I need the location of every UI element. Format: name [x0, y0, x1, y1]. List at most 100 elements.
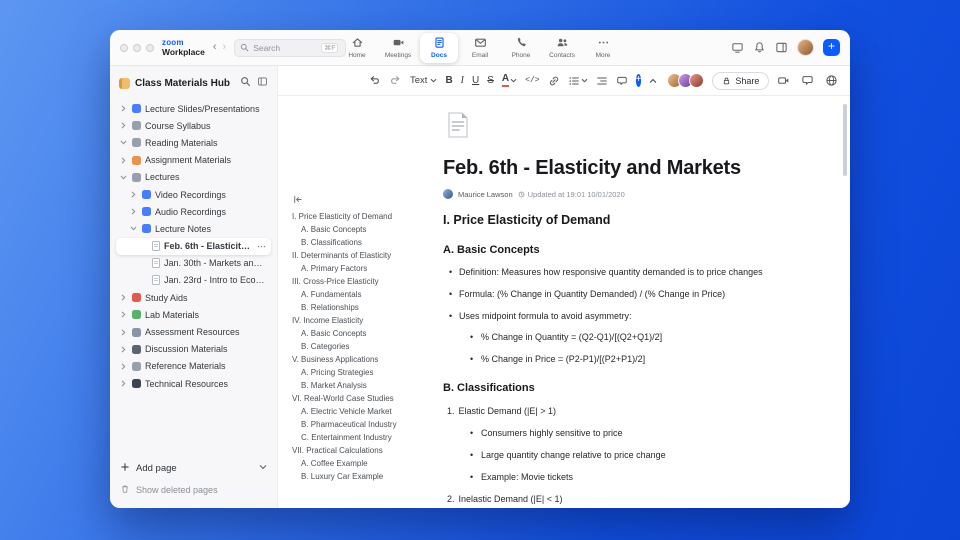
chevron-down-icon[interactable]: [120, 174, 128, 181]
collapse-toolbar-chevron-icon[interactable]: [649, 77, 657, 85]
outline-item[interactable]: B. Pharmaceutical Industry: [292, 421, 426, 429]
chevron-right-icon[interactable]: [120, 329, 128, 336]
sidebar-collapse-icon[interactable]: [257, 74, 268, 92]
chat-bubble-icon[interactable]: [801, 74, 814, 87]
share-button[interactable]: Share: [712, 71, 770, 90]
zoom-window-button[interactable]: [146, 43, 154, 52]
sidebar-search-icon[interactable]: [240, 74, 251, 92]
tab-contacts[interactable]: Contacts: [543, 33, 581, 63]
insert-block-button[interactable]: +: [635, 74, 642, 87]
sidebar-folder-item[interactable]: Discussion Materials: [116, 341, 271, 358]
doc-bullet-item[interactable]: % Change in Quantity = (Q2-Q1)/[(Q2+Q1)/…: [443, 332, 811, 343]
sidebar-folder-item[interactable]: Audio Recordings: [116, 203, 271, 220]
tab-home[interactable]: Home: [338, 33, 376, 63]
user-avatar[interactable]: [797, 39, 814, 56]
chevron-down-icon[interactable]: [130, 225, 138, 232]
doc-heading-2[interactable]: A. Basic Concepts: [443, 244, 811, 256]
doc-bullet-item[interactable]: % Change in Price = (P2-P1)/[(P2+P1)/2]: [443, 354, 811, 365]
chevron-right-icon[interactable]: [130, 208, 138, 215]
notifications-bell-icon[interactable]: [753, 41, 766, 54]
document-scrollbar[interactable]: [843, 104, 847, 176]
sidebar-folder-item[interactable]: Video Recordings: [116, 186, 271, 203]
doc-bullet-item[interactable]: Definition: Measures how responsive quan…: [443, 267, 811, 278]
chevron-right-icon[interactable]: [120, 157, 128, 164]
tab-more[interactable]: More: [584, 33, 622, 63]
outline-item[interactable]: VI. Real-World Case Studies: [292, 395, 426, 403]
sidebar-folder-item[interactable]: Assessment Resources: [116, 323, 271, 340]
close-window-button[interactable]: [120, 43, 128, 52]
doc-bullet-item[interactable]: Formula: (% Change in Quantity Demanded)…: [443, 289, 811, 300]
sidebar-doc-item[interactable]: Feb. 6th - Elasticity and M... ⋯: [116, 237, 271, 255]
outline-item[interactable]: A. Fundamentals: [292, 291, 426, 299]
more-options-icon[interactable]: [849, 74, 850, 87]
globe-icon[interactable]: [825, 74, 838, 87]
outline-item[interactable]: B. Categories: [292, 343, 426, 351]
sidebar-folder-item[interactable]: Lecture Slides/Presentations: [116, 100, 271, 117]
outline-item[interactable]: A. Basic Concepts: [292, 226, 426, 234]
doc-heading-1[interactable]: I. Price Elasticity of Demand: [443, 213, 811, 227]
link-icon[interactable]: [548, 75, 560, 87]
sidebar-folder-item[interactable]: Assignment Materials: [116, 152, 271, 169]
new-item-button[interactable]: +: [823, 39, 840, 56]
sidebar-doc-item[interactable]: Jan. 30th - Markets and P...: [116, 255, 271, 272]
doc-heading-2[interactable]: B. Classifications: [443, 382, 811, 394]
chevron-down-icon[interactable]: [120, 139, 128, 146]
outline-item[interactable]: II. Determinants of Elasticity: [292, 252, 426, 260]
video-camera-icon[interactable]: [777, 74, 790, 87]
sidebar-folder-item[interactable]: Study Aids: [116, 289, 271, 306]
sidebar-folder-item[interactable]: Lecture Notes: [116, 220, 271, 237]
strikethrough-button[interactable]: S: [487, 75, 494, 86]
sidebar-doc-item[interactable]: Jan. 23rd - Intro to Econo...: [116, 272, 271, 289]
tab-email[interactable]: Email: [461, 33, 499, 63]
chevron-right-icon[interactable]: [120, 363, 128, 370]
chevron-right-icon[interactable]: [130, 191, 138, 198]
chevron-right-icon[interactable]: [120, 122, 128, 129]
doc-bullet-item[interactable]: Example: Movie tickets: [443, 472, 811, 483]
outline-item[interactable]: VII. Practical Calculations: [292, 447, 426, 455]
outline-item[interactable]: B. Market Analysis: [292, 382, 426, 390]
chevron-right-icon[interactable]: [120, 311, 128, 318]
sidebar-folder-item[interactable]: Lectures: [116, 169, 271, 186]
indent-list-button[interactable]: [596, 75, 608, 87]
item-more-icon[interactable]: ⋯: [257, 241, 267, 252]
italic-button[interactable]: I: [461, 75, 464, 86]
outline-item[interactable]: A. Primary Factors: [292, 265, 426, 273]
outline-item[interactable]: III. Cross-Price Elasticity: [292, 278, 426, 286]
chevron-right-icon[interactable]: [120, 105, 128, 112]
add-page-chevron-icon[interactable]: [259, 463, 267, 474]
bold-button[interactable]: B: [445, 75, 452, 86]
global-search[interactable]: ⌘F: [234, 38, 347, 57]
side-panel-toggle-icon[interactable]: [775, 41, 788, 54]
outline-item[interactable]: C. Entertainment Industry: [292, 434, 426, 442]
sidebar-folder-item[interactable]: Reference Materials: [116, 358, 271, 375]
tab-meetings[interactable]: Meetings: [379, 33, 417, 63]
doc-numbered-item[interactable]: 2. Inelastic Demand (|E| < 1): [443, 494, 811, 504]
chevron-right-icon[interactable]: [120, 294, 128, 301]
doc-bullet-item[interactable]: Consumers highly sensitive to price: [443, 428, 811, 439]
outline-item[interactable]: B. Relationships: [292, 304, 426, 312]
sidebar-folder-item[interactable]: Reading Materials: [116, 134, 271, 151]
sidebar-folder-item[interactable]: Course Syllabus: [116, 117, 271, 134]
code-button[interactable]: </>: [525, 76, 539, 85]
search-input[interactable]: [253, 42, 318, 53]
show-deleted-pages-button[interactable]: Show deleted pages: [120, 484, 267, 496]
doc-numbered-item[interactable]: 1. Elastic Demand (|E| > 1): [443, 406, 811, 416]
bullet-list-button[interactable]: [568, 75, 588, 87]
outline-item[interactable]: A. Basic Concepts: [292, 330, 426, 338]
outline-item[interactable]: A. Electric Vehicle Market: [292, 408, 426, 416]
back-arrow-icon[interactable]: ‹: [213, 42, 217, 53]
underline-button[interactable]: U: [472, 75, 479, 86]
devices-icon[interactable]: [731, 41, 744, 54]
chevron-right-icon[interactable]: [120, 380, 128, 387]
tab-phone[interactable]: Phone: [502, 33, 540, 63]
comment-icon[interactable]: [616, 75, 628, 87]
tab-docs[interactable]: Docs: [420, 32, 458, 63]
sidebar-folder-item[interactable]: Lab Materials: [116, 306, 271, 323]
collaborator-avatars[interactable]: [667, 73, 705, 88]
undo-icon[interactable]: [368, 74, 381, 87]
minimize-window-button[interactable]: [133, 43, 141, 52]
chevron-right-icon[interactable]: [120, 346, 128, 353]
outline-item[interactable]: A. Pricing Strategies: [292, 369, 426, 377]
document-title[interactable]: Feb. 6th - Elasticity and Markets: [443, 157, 811, 180]
outline-item[interactable]: IV. Income Elasticity: [292, 317, 426, 325]
